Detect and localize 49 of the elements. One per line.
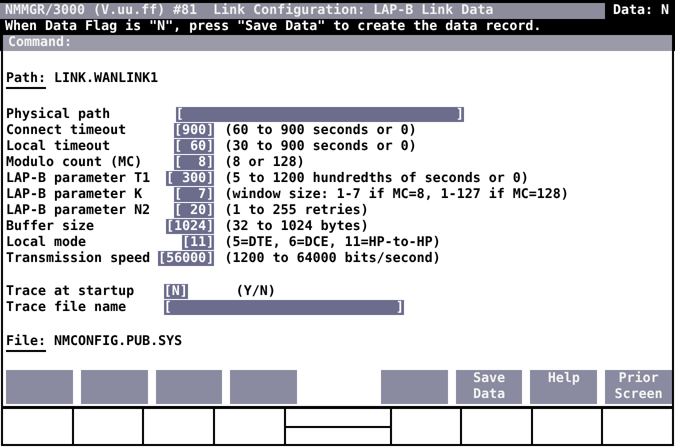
softkey[interactable]	[230, 370, 298, 404]
field-label: Modulo count (MC)	[6, 155, 144, 171]
path-label: Path:	[6, 71, 46, 89]
screen-title: NMMGR/3000 (V.uu.ff) #81 Link Configuration: LAP-B Link Data	[0, 3, 605, 19]
file-value: NMCONFIG.PUB.SYS	[54, 334, 182, 351]
file-label: File:	[6, 334, 46, 352]
field-label: LAP-B parameter K	[6, 187, 144, 203]
field-hint: (60 to 900 seconds or 0)	[224, 123, 417, 139]
input-field[interactable]: [ ]	[164, 300, 404, 315]
data-flag-label: Data: N	[612, 3, 670, 19]
field-label: Trace file name	[6, 300, 128, 316]
field-label: Local timeout	[6, 139, 112, 155]
field-hint: (1200 to 64000 bits/second)	[224, 251, 441, 267]
input-field[interactable]: [11]	[182, 235, 214, 250]
field-label: Trace at startup	[6, 284, 136, 300]
input-field[interactable]: [900]	[174, 123, 214, 138]
field-hint: (Y/N)	[236, 284, 276, 300]
field-hint: (window size: 1-7 if MC=8, 1-127 if MC=128)	[224, 187, 569, 203]
input-field[interactable]: [N]	[164, 284, 188, 299]
softkey[interactable]	[80, 370, 148, 404]
softkey[interactable]	[380, 370, 448, 404]
field-label: LAP-B parameter T1	[6, 171, 152, 187]
softkey[interactable]	[156, 370, 222, 404]
field-label: Local mode	[6, 235, 88, 251]
input-field[interactable]: [ 300]	[166, 171, 214, 186]
field-hint: (8 or 128)	[224, 155, 305, 171]
field-label: LAP-B parameter N2	[6, 203, 152, 219]
softkey[interactable]: Prior Screen	[605, 370, 672, 404]
input-field[interactable]: [ 20]	[174, 203, 214, 218]
field-label: Transmission speed	[6, 251, 152, 267]
field-hint: (5=DTE, 6=DCE, 11=HP-to-HP)	[224, 235, 441, 251]
field-hint: (30 to 900 seconds or 0)	[224, 139, 417, 155]
field-hint: (1 to 255 retries)	[224, 203, 369, 219]
input-field[interactable]: [ 7]	[174, 187, 214, 202]
input-field[interactable]: [ 8]	[174, 155, 214, 170]
softkey[interactable]	[6, 370, 73, 404]
input-field[interactable]: [1024]	[166, 219, 214, 234]
field-hint: (5 to 1200 hundredths of seconds or 0)	[224, 171, 529, 187]
input-field[interactable]: [56000]	[158, 251, 214, 266]
input-field[interactable]: [ ]	[176, 107, 464, 122]
field-label: Buffer size	[6, 219, 96, 235]
softkey[interactable]: Help	[530, 370, 598, 404]
path-value: LINK.WANLINK1	[54, 71, 158, 88]
field-hint: (32 to 1024 bytes)	[224, 219, 369, 235]
status-message: When Data Flag is "N", press "Save Data" to create the data record.	[4, 19, 542, 35]
input-field[interactable]: [ 60]	[174, 139, 214, 154]
softkey[interactable]: Save Data	[456, 370, 522, 404]
field-label: Connect timeout	[6, 123, 128, 139]
field-label: Physical path	[6, 107, 112, 123]
